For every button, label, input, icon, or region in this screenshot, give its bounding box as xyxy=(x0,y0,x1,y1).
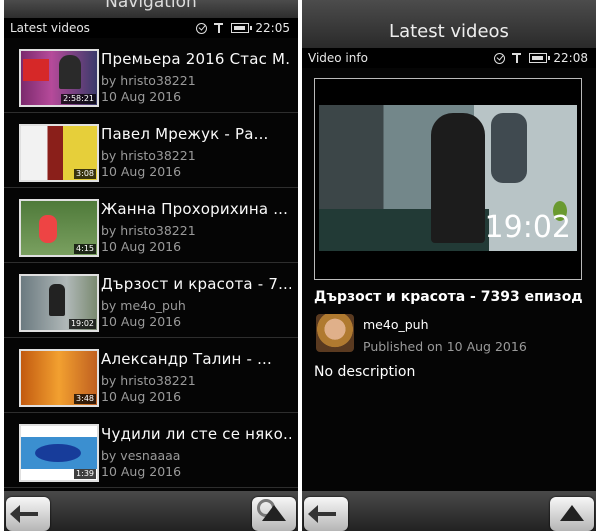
screen-title: Latest videos xyxy=(10,21,90,35)
list-item[interactable]: 4:15 Жанна Прохорихина ... by hristo3822… xyxy=(4,188,298,263)
video-frame[interactable]: 19:02 xyxy=(319,105,577,251)
battery-icon xyxy=(231,23,253,33)
status-icons: 22:08 xyxy=(494,48,588,68)
video-list: 2:58:21 Премьера 2016 Стас М... by hrist… xyxy=(4,38,298,488)
video-thumbnail[interactable]: 4:15 xyxy=(19,199,99,257)
bottom-toolbar xyxy=(4,491,298,531)
video-title: Чудили ли сте се няко... xyxy=(101,425,291,443)
video-uploader: by hristo38221 xyxy=(101,148,196,163)
latest-videos-banner: Latest videos xyxy=(302,0,596,48)
video-duration: 19:02 xyxy=(484,210,571,245)
video-title: Дързост и красота - 7... xyxy=(101,275,291,293)
video-thumbnail[interactable]: 3:48 xyxy=(19,349,99,407)
uploader-name[interactable]: me4o_puh xyxy=(363,317,429,332)
video-uploader: by me4o_puh xyxy=(101,298,186,313)
video-title: Александр Талин - ... xyxy=(101,350,272,368)
duration-badge: 2:58:21 xyxy=(61,94,96,104)
scroll-top-button[interactable] xyxy=(252,497,296,531)
duration-badge: 19:02 xyxy=(68,319,96,329)
duration-badge: 3:48 xyxy=(74,394,96,404)
video-date: 10 Aug 2016 xyxy=(101,389,182,404)
video-thumbnail[interactable]: 19:02 xyxy=(19,274,99,332)
signal-icon xyxy=(511,52,523,64)
duration-badge: 1:39 xyxy=(74,469,96,479)
video-title: Жанна Прохорихина ... xyxy=(101,200,289,218)
status-bar: Latest videos 22:05 xyxy=(4,18,298,38)
video-title: Дързост и красота - 7393 епизод xyxy=(314,289,583,305)
video-uploader: by hristo38221 xyxy=(101,373,196,388)
video-uploader: by hristo38221 xyxy=(101,73,196,88)
duration-badge: 4:15 xyxy=(74,244,96,254)
clock: 22:05 xyxy=(255,21,290,35)
duration-badge: 3:08 xyxy=(74,169,96,179)
video-uploader: by hristo38221 xyxy=(101,223,196,238)
video-date: 10 Aug 2016 xyxy=(101,164,182,179)
arrow-up-icon xyxy=(262,505,286,521)
video-date: 10 Aug 2016 xyxy=(101,464,182,479)
signal-icon xyxy=(213,22,225,34)
scroll-top-button[interactable] xyxy=(550,497,594,531)
video-thumbnail[interactable]: 2:58:21 xyxy=(19,49,99,107)
screen-title: Video info xyxy=(308,51,368,65)
video-title: Павел Мрежук - Ра... xyxy=(101,125,269,143)
video-date: 10 Aug 2016 xyxy=(101,239,182,254)
clock: 22:08 xyxy=(553,51,588,65)
back-button[interactable] xyxy=(6,497,50,531)
navigation-banner: Navigation xyxy=(4,0,298,20)
sync-icon xyxy=(196,22,208,34)
video-thumbnail[interactable]: 3:08 xyxy=(19,124,99,182)
right-screen: Latest videos Video info 22:08 19:02 Дър… xyxy=(302,0,596,531)
list-item[interactable]: 2:58:21 Премьера 2016 Стас М... by hrist… xyxy=(4,38,298,113)
status-icons: 22:05 xyxy=(196,18,290,38)
banner-title: Navigation xyxy=(105,0,197,12)
left-screen: Navigation Latest videos 22:05 2:58:21 П… xyxy=(4,0,298,531)
banner-title: Latest videos xyxy=(389,21,509,42)
battery-icon xyxy=(529,53,551,63)
list-item[interactable]: 3:48 Александр Талин - ... by hristo3822… xyxy=(4,338,298,413)
video-date: 10 Aug 2016 xyxy=(101,314,182,329)
list-item[interactable]: 19:02 Дързост и красота - 7... by me4o_p… xyxy=(4,263,298,338)
video-title: Премьера 2016 Стас М... xyxy=(101,50,291,68)
sync-icon xyxy=(494,52,506,64)
video-date: 10 Aug 2016 xyxy=(101,89,182,104)
video-player[interactable]: 19:02 xyxy=(314,78,582,280)
video-description: No description xyxy=(314,364,416,380)
video-thumbnail[interactable]: 1:39 xyxy=(19,424,99,482)
back-button[interactable] xyxy=(304,497,348,531)
back-arrow-icon xyxy=(10,505,38,523)
status-bar: Video info 22:08 xyxy=(302,48,596,68)
published-date: Published on 10 Aug 2016 xyxy=(363,339,527,354)
list-item[interactable]: 1:39 Чудили ли сте се няко... by vesnaaa… xyxy=(4,413,298,488)
bottom-toolbar xyxy=(302,491,596,531)
arrow-up-icon xyxy=(560,505,584,521)
video-uploader: by vesnaaaa xyxy=(101,448,181,463)
avatar[interactable] xyxy=(316,314,354,352)
back-arrow-icon xyxy=(308,505,336,523)
list-item[interactable]: 3:08 Павел Мрежук - Ра... by hristo38221… xyxy=(4,113,298,188)
